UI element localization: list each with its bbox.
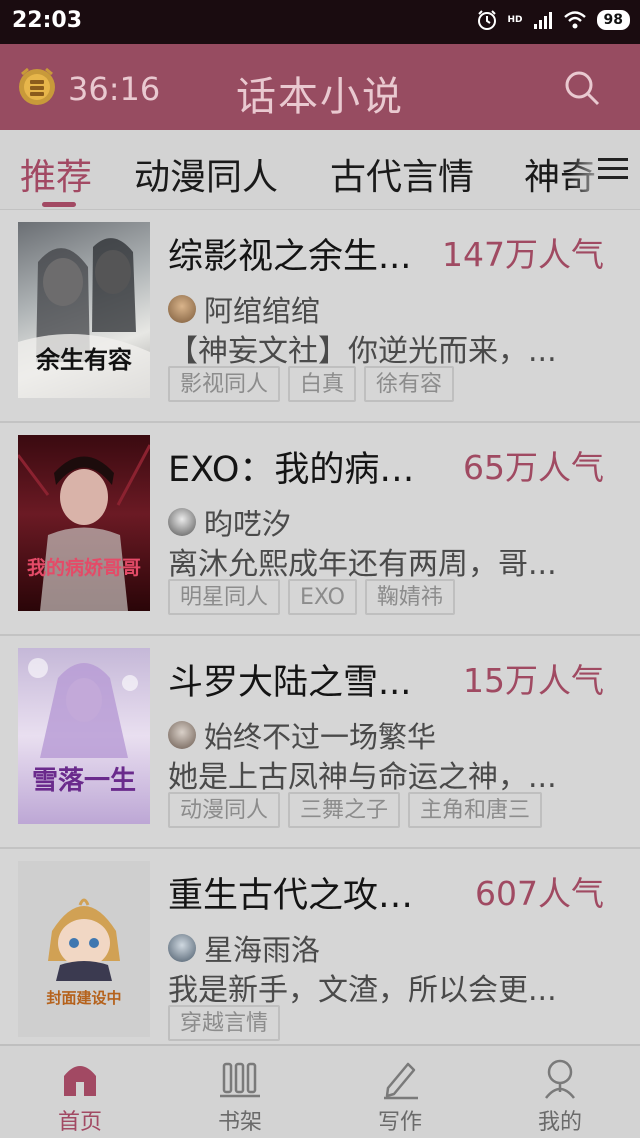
tag[interactable]: 穿越言情 bbox=[168, 1005, 281, 1041]
wifi-icon bbox=[563, 11, 586, 29]
tab-recommended[interactable]: 推荐 bbox=[20, 148, 92, 200]
signal-icon bbox=[533, 12, 552, 29]
tag[interactable]: 鞠婧祎 bbox=[364, 579, 455, 615]
book-title[interactable]: 斗罗大陆之雪... bbox=[168, 654, 428, 705]
book-cover[interactable]: 雪落一生 bbox=[18, 648, 150, 824]
alarm-icon bbox=[477, 10, 496, 30]
author-row[interactable]: 始终不过一场繁华 bbox=[168, 718, 436, 754]
nav-bookshelf-label: 书架 bbox=[217, 1110, 262, 1135]
book-title[interactable]: EXO：我的病娇... bbox=[168, 441, 428, 492]
popularity-count: 15万人气 bbox=[463, 661, 604, 700]
nav-write-label: 写作 bbox=[377, 1110, 422, 1135]
book-cover[interactable]: 余生有容 bbox=[18, 222, 150, 398]
book-summary: 她是上古凤神与命运之神，... bbox=[168, 760, 557, 795]
tag[interactable]: 徐有容 bbox=[364, 366, 455, 402]
app-bar: 36:16 话本小说 bbox=[0, 44, 640, 130]
book-card[interactable]: 雪落一生 斗罗大陆之雪... 15万人气 始终不过一场繁华 她是上古凤神与命运之… bbox=[0, 636, 640, 849]
author-name: 星海雨洛 bbox=[204, 933, 321, 967]
popularity-count: 607人气 bbox=[475, 874, 604, 913]
book-summary: 离沐允熙成年还有两周，哥... bbox=[168, 547, 557, 582]
tab-ancient-romance[interactable]: 古代言情 bbox=[330, 148, 474, 200]
book-card[interactable]: 封面建设中 重生古代之攻略... 607人气 星海雨洛 我是新手，文渣，所以会更… bbox=[0, 849, 640, 1062]
author-avatar bbox=[168, 721, 196, 749]
page-title: 话本小说 bbox=[236, 74, 404, 120]
tag[interactable]: EXO bbox=[288, 579, 357, 615]
author-name: 昀呓汐 bbox=[204, 507, 292, 541]
cover-title: 我的病娇哥哥 bbox=[26, 557, 141, 579]
nav-home-label: 首页 bbox=[57, 1110, 102, 1135]
network-type-label: HD bbox=[507, 14, 523, 25]
book-card[interactable]: 我的病娇哥哥 EXO：我的病娇... 65万人气 昀呓汐 离沐允熙成年还有两周，… bbox=[0, 423, 640, 636]
book-summary: 我是新手，文渣，所以会更... bbox=[168, 973, 557, 1008]
tag[interactable]: 影视同人 bbox=[168, 366, 281, 402]
cover-title: 雪落一生 bbox=[31, 766, 136, 796]
tag[interactable]: 动漫同人 bbox=[168, 792, 281, 828]
author-avatar bbox=[168, 295, 196, 323]
tag[interactable]: 明星同人 bbox=[168, 579, 281, 615]
nav-profile[interactable]: 我的 bbox=[480, 1046, 640, 1138]
book-title[interactable]: 综影视之余生... bbox=[168, 228, 428, 279]
book-summary: 【神妄文社】你逆光而来，... bbox=[168, 334, 557, 369]
tag-list: 穿越言情 bbox=[168, 1005, 281, 1041]
book-cover[interactable]: 封面建设中 bbox=[18, 861, 150, 1037]
bottom-navigation: 首页 书架 写作 我的 bbox=[0, 1044, 640, 1138]
book-card[interactable]: 余生有容 综影视之余生... 147万人气 阿绾绾绾 【神妄文社】你逆光而来，.… bbox=[0, 210, 640, 423]
menu-icon[interactable] bbox=[598, 156, 628, 182]
cover-art bbox=[28, 658, 138, 758]
status-icons: HD 98 bbox=[476, 9, 630, 31]
battery-indicator: 98 bbox=[596, 10, 630, 30]
tag-list: 影视同人 白真 徐有容 bbox=[168, 366, 455, 402]
active-tab-indicator bbox=[42, 202, 76, 207]
author-row[interactable]: 星海雨洛 bbox=[168, 931, 320, 967]
author-avatar bbox=[168, 934, 196, 962]
nav-profile-label: 我的 bbox=[537, 1110, 582, 1135]
cover-title: 余生有容 bbox=[36, 345, 132, 374]
status-bar: 22:03 HD 98 bbox=[0, 0, 640, 44]
tab-anime-fanfic[interactable]: 动漫同人 bbox=[134, 148, 278, 200]
nav-write[interactable]: 写作 bbox=[320, 1046, 480, 1138]
popularity-count: 65万人气 bbox=[463, 448, 604, 487]
book-list: 余生有容 综影视之余生... 147万人气 阿绾绾绾 【神妄文社】你逆光而来，.… bbox=[0, 210, 640, 1062]
profile-icon bbox=[545, 1059, 575, 1099]
cover-title: 封面建设中 bbox=[46, 989, 122, 1007]
pencil-icon bbox=[384, 1062, 418, 1100]
book-cover[interactable]: 我的病娇哥哥 bbox=[18, 435, 150, 611]
search-icon[interactable] bbox=[562, 68, 602, 108]
tag[interactable]: 三舞之子 bbox=[288, 792, 401, 828]
author-name: 阿绾绾绾 bbox=[204, 294, 321, 328]
author-name: 始终不过一场繁华 bbox=[204, 720, 437, 754]
home-icon bbox=[64, 1066, 96, 1096]
tag[interactable]: 白真 bbox=[288, 366, 357, 402]
author-row[interactable]: 昀呓汐 bbox=[168, 505, 291, 541]
tag-list: 动漫同人 三舞之子 主角和唐三 bbox=[168, 792, 543, 828]
author-avatar bbox=[168, 508, 196, 536]
category-tabs: 推荐 动漫同人 古代言情 神奇 bbox=[0, 130, 640, 210]
tag[interactable]: 主角和唐三 bbox=[408, 792, 543, 828]
cover-art bbox=[18, 444, 150, 611]
tag-list: 明星同人 EXO 鞠婧祎 bbox=[168, 579, 455, 615]
author-row[interactable]: 阿绾绾绾 bbox=[168, 292, 320, 328]
popularity-count: 147万人气 bbox=[442, 235, 604, 274]
nav-bookshelf[interactable]: 书架 bbox=[160, 1046, 320, 1138]
bookshelf-icon bbox=[220, 1062, 260, 1098]
status-time: 22:03 bbox=[12, 8, 83, 33]
cover-art bbox=[48, 898, 120, 981]
nav-home[interactable]: 首页 bbox=[0, 1046, 160, 1138]
book-title[interactable]: 重生古代之攻略... bbox=[168, 867, 428, 918]
